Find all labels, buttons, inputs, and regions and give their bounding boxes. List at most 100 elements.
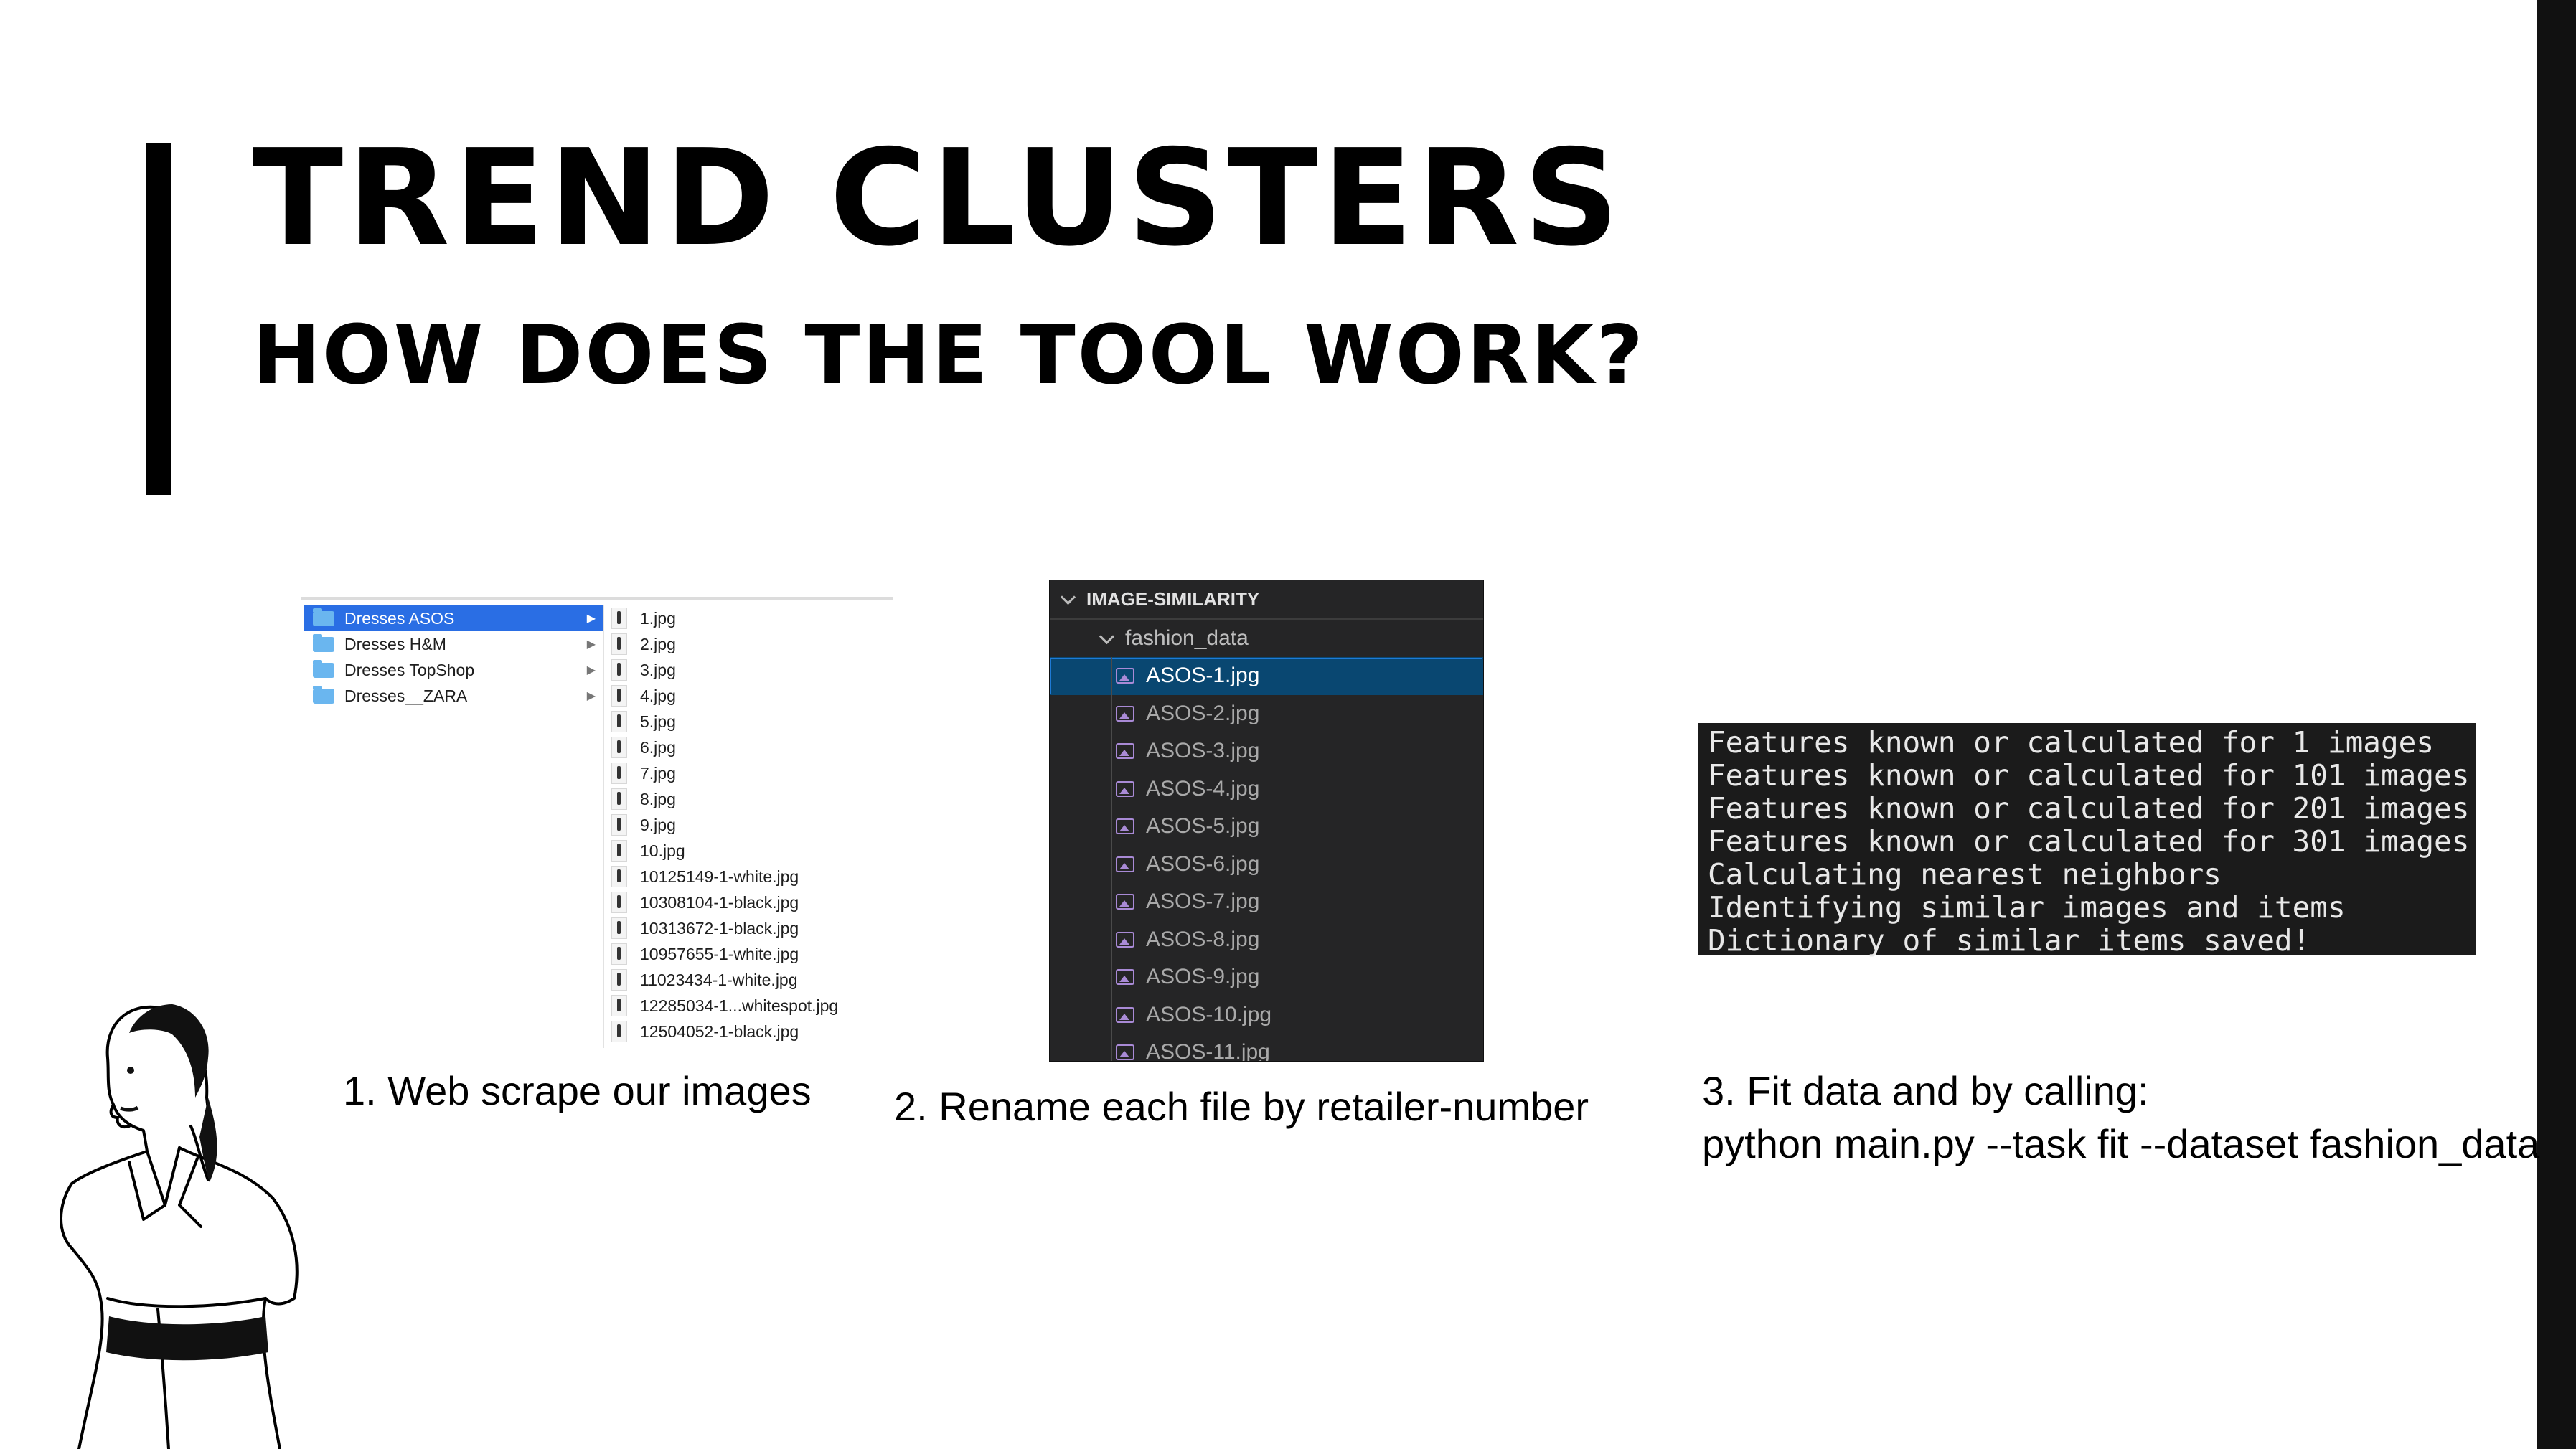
- image-file-icon: [611, 995, 627, 1016]
- explorer-file-label: ASOS-4.jpg: [1146, 776, 1260, 801]
- terminal-line: Calculating nearest neighbors: [1708, 857, 2222, 892]
- woman-illustration: [60, 1004, 299, 1449]
- finder-file-label: 10308104-1-black.jpg: [640, 892, 799, 912]
- explorer-file-row[interactable]: ASOS-7.jpg: [1050, 883, 1483, 921]
- image-file-icon: [1116, 705, 1134, 722]
- finder-file-row[interactable]: 7.jpg: [604, 760, 893, 786]
- finder-file-row[interactable]: 10957655-1-white.jpg: [604, 941, 893, 967]
- finder-file-row[interactable]: 8.jpg: [604, 786, 893, 812]
- finder-folder-row[interactable]: Dresses ASOS ▶: [304, 605, 603, 631]
- image-file-icon: [1116, 1044, 1134, 1061]
- finder-file-row[interactable]: 2.jpg: [604, 631, 893, 657]
- image-file-icon: [611, 711, 627, 732]
- finder-file-row[interactable]: 4.jpg: [604, 683, 893, 709]
- explorer-file-label: ASOS-9.jpg: [1146, 965, 1260, 989]
- finder-file-row[interactable]: 10313672-1-black.jpg: [604, 915, 893, 941]
- explorer-folder[interactable]: fashion_data: [1050, 620, 1483, 657]
- explorer-file-list: ASOS-1.jpg ASOS-2.jpg ASOS-3.jpg ASOS-4.jpg…: [1050, 657, 1483, 1061]
- finder-file-row[interactable]: 11023434-1-white.jpg: [604, 967, 893, 993]
- finder-file-row[interactable]: 12504052-1-black.jpg: [604, 1019, 893, 1044]
- explorer-folder-name: fashion_data: [1125, 626, 1249, 650]
- image-file-icon: [611, 969, 627, 991]
- finder-file-row[interactable]: 6.jpg: [604, 735, 893, 760]
- image-file-icon: [611, 737, 627, 758]
- explorer-file-label: ASOS-10.jpg: [1146, 1002, 1272, 1026]
- finder-file-row[interactable]: 10125149-1-white.jpg: [604, 864, 893, 889]
- finder-file-row[interactable]: 3.jpg: [604, 657, 893, 683]
- finder-file-label: 1.jpg: [640, 608, 676, 628]
- image-file-icon: [611, 659, 627, 681]
- explorer-file-label: ASOS-7.jpg: [1146, 889, 1260, 914]
- disclosure-arrow-icon: ▶: [586, 690, 596, 702]
- image-file-icon: [1116, 931, 1134, 948]
- finder-file-label: 11023434-1-white.jpg: [640, 970, 798, 989]
- image-file-icon: [611, 840, 627, 862]
- terminal-output: Features known or calculated for 1 image…: [1698, 723, 2476, 958]
- explorer-file-row[interactable]: ASOS-11.jpg: [1050, 1034, 1483, 1061]
- folder-icon: [313, 685, 334, 704]
- explorer-file-label: ASOS-6.jpg: [1146, 851, 1260, 876]
- finder-file-label: 8.jpg: [640, 789, 676, 808]
- finder-file-row[interactable]: 9.jpg: [604, 812, 893, 838]
- finder-folder-label: Dresses H&M: [344, 634, 446, 653]
- finder-folder-row[interactable]: Dresses TopShop ▶: [304, 657, 603, 683]
- image-file-icon: [1116, 668, 1134, 684]
- finder-file-label: 7.jpg: [640, 763, 676, 783]
- vscode-explorer: IMAGE-SIMILARITY fashion_data ASOS-1.jpg…: [1049, 580, 1484, 1062]
- image-file-icon: [1116, 894, 1134, 910]
- finder-file-row[interactable]: 10.jpg: [604, 838, 893, 864]
- terminal-line: Features known or calculated for 101 ima…: [1708, 758, 2470, 793]
- explorer-file-row[interactable]: ASOS-5.jpg: [1050, 808, 1483, 846]
- explorer-file-row[interactable]: ASOS-4.jpg: [1050, 770, 1483, 808]
- explorer-header[interactable]: IMAGE-SIMILARITY: [1050, 580, 1483, 620]
- image-file-icon: [1116, 780, 1134, 797]
- finder-file-label: 4.jpg: [640, 686, 676, 705]
- terminal-line: Features known or calculated for 201 ima…: [1708, 791, 2470, 826]
- image-file-icon: [611, 763, 627, 784]
- image-file-icon: [611, 685, 627, 707]
- explorer-file-label: ASOS-1.jpg: [1146, 664, 1260, 688]
- explorer-file-row[interactable]: ASOS-8.jpg: [1050, 921, 1483, 959]
- finder-folder-row[interactable]: Dresses H&M ▶: [304, 631, 603, 657]
- explorer-file-row[interactable]: ASOS-3.jpg: [1050, 732, 1483, 770]
- step-2-caption: 2. Rename each file by retailer-number: [894, 1084, 1589, 1129]
- explorer-file-row[interactable]: ASOS-10.jpg: [1050, 996, 1483, 1034]
- slide-title: TREND CLUSTERS: [253, 121, 1624, 275]
- finder-file-row[interactable]: 1.jpg: [604, 605, 893, 631]
- image-file-icon: [1116, 856, 1134, 872]
- image-file-icon: [611, 1021, 627, 1042]
- terminal-line: Features known or calculated for 301 ima…: [1708, 824, 2470, 859]
- image-file-icon: [611, 788, 627, 810]
- finder-folder-column: Dresses ASOS ▶ Dresses H&M ▶ Dresses TopShop…: [304, 605, 604, 1048]
- folder-icon: [313, 633, 334, 652]
- finder-file-row[interactable]: 5.jpg: [604, 709, 893, 735]
- image-file-icon: [611, 608, 627, 629]
- explorer-file-row[interactable]: ASOS-9.jpg: [1050, 958, 1483, 996]
- slide-edge-strip: [2537, 0, 2576, 1449]
- finder-file-label: 10957655-1-white.jpg: [640, 944, 799, 963]
- chevron-down-icon: [1060, 589, 1076, 605]
- image-file-icon: [1116, 818, 1134, 835]
- image-file-icon: [611, 866, 627, 887]
- image-file-icon: [1116, 969, 1134, 986]
- title-accent-bar: [146, 143, 171, 495]
- image-file-icon: [611, 892, 627, 913]
- finder-folder-row[interactable]: Dresses__ZARA ▶: [304, 683, 603, 709]
- image-file-icon: [611, 917, 627, 939]
- finder-file-label: 10313672-1-black.jpg: [640, 918, 799, 938]
- folder-icon: [313, 608, 334, 626]
- finder-file-row[interactable]: 12285034-1...whitespot.jpg: [604, 993, 893, 1019]
- explorer-file-row[interactable]: ASOS-1.jpg: [1050, 657, 1483, 695]
- terminal-line: Dictionary of similar items saved!: [1708, 923, 2311, 958]
- disclosure-arrow-icon: ▶: [586, 613, 596, 625]
- explorer-file-row[interactable]: ASOS-6.jpg: [1050, 846, 1483, 884]
- finder-file-row[interactable]: 10308104-1-black.jpg: [604, 889, 893, 915]
- finder-file-label: 3.jpg: [640, 660, 676, 679]
- finder-file-label: 6.jpg: [640, 737, 676, 757]
- indent-guide: [1111, 657, 1112, 1061]
- terminal-line: Identifying similar images and items: [1708, 890, 2346, 925]
- step-3-caption: 3. Fit data and by calling:: [1702, 1068, 2149, 1113]
- finder-file-label: 10.jpg: [640, 841, 685, 860]
- step-3-command: python main.py --task fit --dataset fash…: [1702, 1121, 2540, 1166]
- explorer-file-row[interactable]: ASOS-2.jpg: [1050, 695, 1483, 733]
